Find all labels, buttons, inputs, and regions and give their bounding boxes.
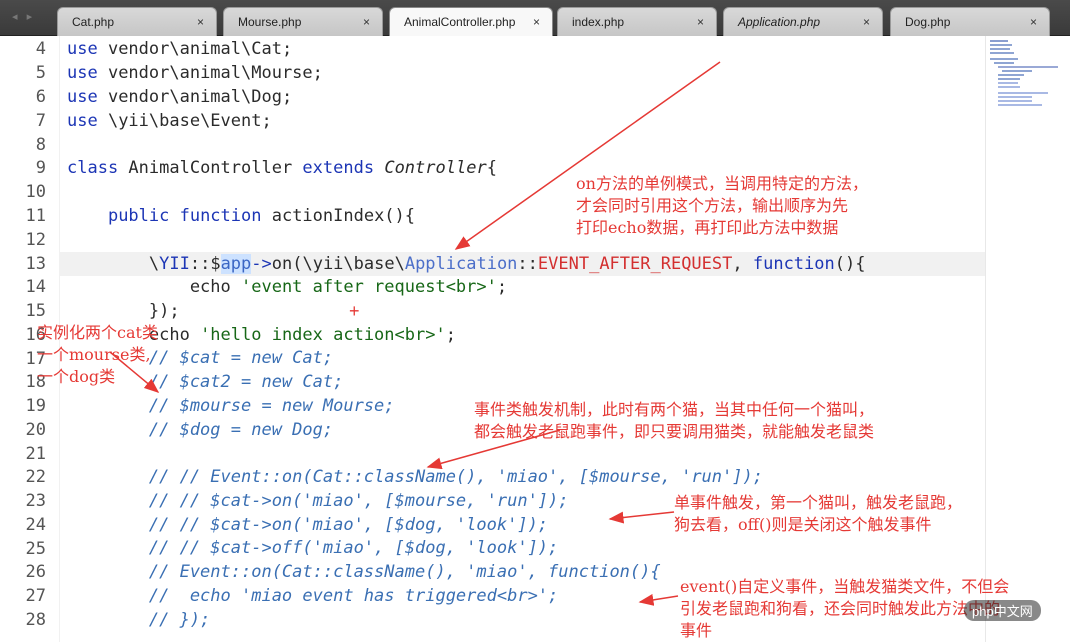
- tab-nav-arrows[interactable]: ◂ ▸: [12, 10, 35, 23]
- tab-label: Cat.php: [72, 15, 115, 29]
- annotation-single-event: 单事件触发，第一个猫叫，触发老鼠跑， 狗去看，off()则是关闭这个触发事件: [674, 493, 963, 534]
- code-line-5[interactable]: use vendor\animal\Mourse;: [67, 62, 323, 84]
- tab-label: Mourse.php: [238, 15, 302, 29]
- line-number: 7: [35, 111, 46, 131]
- line-number: 10: [25, 182, 46, 202]
- line-number: 19: [25, 396, 46, 416]
- close-icon[interactable]: ×: [697, 15, 704, 29]
- tab-bar: ◂ ▸ Cat.php × Mourse.php × AnimalControl…: [0, 0, 1070, 37]
- line-number: 25: [25, 539, 46, 559]
- tab-dog-php[interactable]: Dog.php ×: [890, 7, 1050, 36]
- minimap[interactable]: [985, 36, 1070, 642]
- cursor-plus-icon: +: [349, 301, 360, 321]
- annotation-event-trigger: 事件类触发机制，此时有两个猫，当其中任何一个猫叫， 都会触发老鼠跑事件，即只要调…: [474, 400, 875, 441]
- tab-index-php[interactable]: index.php ×: [557, 7, 717, 36]
- line-number: 22: [25, 467, 46, 487]
- code-line-23[interactable]: // // $cat->on('miao', [$mourse, 'run'])…: [67, 490, 569, 512]
- tab-label: Application.php: [738, 15, 821, 29]
- tab-label: AnimalController.php: [404, 15, 516, 29]
- code-line-7[interactable]: use \yii\base\Event;: [67, 110, 272, 132]
- tab-application-php[interactable]: Application.php ×: [723, 7, 883, 36]
- annotation-custom-event: event()自定义事件，当触发猫类文件，不但会 引发老鼠跑和狗看，还会同时触发…: [680, 577, 1010, 640]
- line-number: 21: [25, 444, 46, 464]
- line-number: 5: [35, 63, 46, 83]
- line-number: 26: [25, 562, 46, 582]
- close-icon[interactable]: ×: [863, 15, 870, 29]
- line-number: 8: [35, 135, 46, 155]
- line-number: 24: [25, 515, 46, 535]
- line-number: 28: [25, 610, 46, 630]
- line-number: 11: [25, 206, 46, 226]
- code-line-13[interactable]: \YII::$app->on(\yii\base\Application::EV…: [67, 253, 865, 275]
- tab-label: Dog.php: [905, 15, 951, 29]
- line-number: 27: [25, 586, 46, 606]
- line-number: 4: [35, 39, 46, 59]
- code-line-28[interactable]: // });: [67, 609, 210, 631]
- code-line-19[interactable]: // $mourse = new Mourse;: [67, 395, 395, 417]
- line-number: 12: [25, 230, 46, 250]
- line-number: 13: [25, 254, 46, 274]
- close-icon[interactable]: ×: [197, 15, 204, 29]
- code-line-24[interactable]: // // $cat->on('miao', [$dog, 'look']);: [67, 514, 548, 536]
- code-line-14[interactable]: echo 'event after request<br>';: [67, 276, 507, 298]
- code-line-20[interactable]: // $dog = new Dog;: [67, 419, 333, 441]
- line-number: 23: [25, 491, 46, 511]
- line-number: 20: [25, 420, 46, 440]
- code-line-9[interactable]: class AnimalController extends Controlle…: [67, 157, 497, 179]
- annotation-instantiate: 实例化两个cat类 一个mourse类, 一个dog类: [37, 323, 158, 386]
- annotation-singleton-on: on方法的单例模式，当调用特定的方法， 才会同时引用这个方法，输出顺序为先 打印…: [576, 174, 868, 237]
- line-number: 14: [25, 277, 46, 297]
- watermark-logo: php中文网: [964, 600, 1041, 621]
- tab-cat-php[interactable]: Cat.php ×: [57, 7, 217, 36]
- close-icon[interactable]: ×: [533, 15, 540, 29]
- code-line-4[interactable]: use vendor\animal\Cat;: [67, 38, 292, 60]
- line-number: 9: [35, 158, 46, 178]
- code-line-6[interactable]: use vendor\animal\Dog;: [67, 86, 292, 108]
- code-line-11[interactable]: public function actionIndex(){: [67, 205, 415, 227]
- line-number: 6: [35, 87, 46, 107]
- code-line-26[interactable]: // Event::on(Cat::className(), 'miao', f…: [67, 561, 661, 583]
- line-number: 15: [25, 301, 46, 321]
- code-line-27[interactable]: // echo 'miao event has triggered<br>';: [67, 585, 558, 607]
- close-icon[interactable]: ×: [1030, 15, 1037, 29]
- code-line-25[interactable]: // // $cat->off('miao', [$dog, 'look']);: [67, 537, 558, 559]
- code-line-22[interactable]: // // Event::on(Cat::className(), 'miao'…: [67, 466, 763, 488]
- tab-animalcontroller-php[interactable]: AnimalController.php ×: [389, 7, 553, 37]
- code-line-15[interactable]: });: [67, 300, 180, 322]
- tab-mourse-php[interactable]: Mourse.php ×: [223, 7, 383, 36]
- close-icon[interactable]: ×: [363, 15, 370, 29]
- tab-label: index.php: [572, 15, 625, 29]
